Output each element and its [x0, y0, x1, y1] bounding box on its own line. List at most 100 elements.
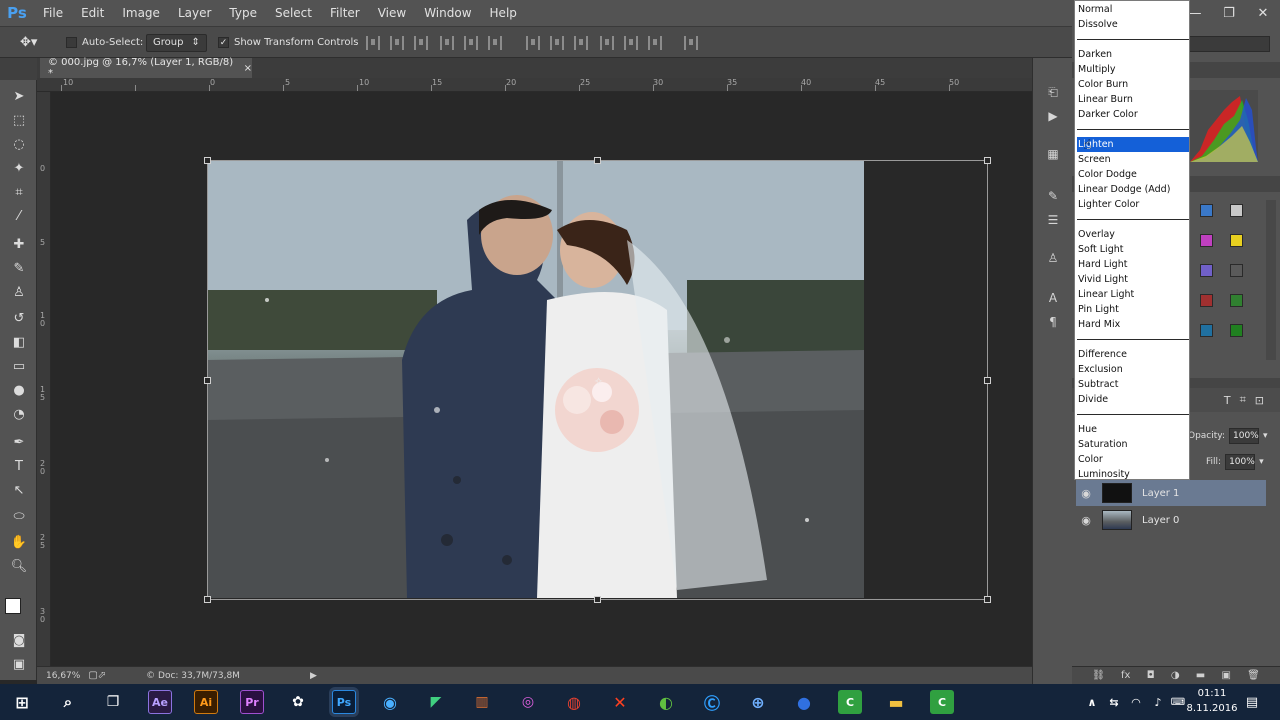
delete-layer-icon[interactable]: 🗑︎: [1247, 670, 1260, 681]
swatch[interactable]: [1230, 264, 1243, 277]
blend-mode-hue[interactable]: Hue: [1077, 422, 1189, 437]
pen-tool-icon[interactable]: ✒: [9, 432, 29, 452]
restore-button[interactable]: ❐: [1212, 0, 1246, 26]
menu-help[interactable]: Help: [481, 0, 526, 26]
illustrator-icon[interactable]: Ai: [194, 690, 218, 714]
fill-field[interactable]: 100%: [1225, 454, 1256, 470]
menu-select[interactable]: Select: [266, 0, 321, 26]
blend-mode-difference[interactable]: Difference: [1077, 347, 1189, 362]
brush-panel-icon[interactable]: ✎: [1045, 188, 1061, 204]
blend-mode-normal[interactable]: Normal: [1077, 2, 1189, 17]
fill-chevron-icon[interactable]: ▾: [1259, 457, 1264, 467]
opacity-chevron-icon[interactable]: ▾: [1263, 431, 1268, 441]
distribute-right-icon[interactable]: [648, 36, 662, 50]
app-icon[interactable]: ◎: [516, 690, 540, 714]
visibility-eye-icon[interactable]: ◉: [1076, 514, 1096, 527]
transform-handle-right[interactable]: [984, 377, 991, 384]
distribute-hcenter-icon[interactable]: [624, 36, 638, 50]
blend-mode-soft-light[interactable]: Soft Light: [1077, 242, 1189, 257]
character-panel-icon[interactable]: A: [1045, 290, 1061, 306]
swatch[interactable]: [1200, 234, 1213, 247]
move-tool-preset-icon[interactable]: ✥▾: [20, 27, 37, 58]
healing-brush-tool-icon[interactable]: ✚: [9, 234, 29, 254]
auto-select-option[interactable]: Auto-Select:: [66, 27, 143, 58]
blur-tool-icon[interactable]: ●: [9, 380, 29, 400]
screen-mode-icon[interactable]: ▣: [9, 654, 29, 674]
new-layer-icon[interactable]: ▣: [1221, 670, 1230, 681]
layer-row[interactable]: ◉ Layer 1: [1076, 480, 1266, 506]
eraser-tool-icon[interactable]: ◧: [9, 332, 29, 352]
wifi-icon[interactable]: ◠: [1124, 690, 1148, 714]
align-left-icon[interactable]: [440, 36, 454, 50]
quick-mask-icon[interactable]: ◙: [9, 630, 29, 650]
auto-align-icon[interactable]: [684, 36, 698, 50]
filter-smart-icon[interactable]: ⊡: [1255, 394, 1264, 407]
new-group-icon[interactable]: ▬: [1196, 670, 1205, 681]
filter-shape-icon[interactable]: ⌗: [1240, 393, 1246, 407]
transform-handle-top-left[interactable]: [204, 157, 211, 164]
clone-stamp-tool-icon[interactable]: ♙: [9, 282, 29, 302]
swatch[interactable]: [1230, 294, 1243, 307]
chrome-icon[interactable]: ◍: [562, 690, 586, 714]
distribute-bottom-icon[interactable]: [574, 36, 588, 50]
app-icon[interactable]: ▥: [470, 690, 494, 714]
adjustment-layer-icon[interactable]: ◑: [1171, 670, 1180, 681]
blend-mode-darken[interactable]: Darken: [1077, 47, 1189, 62]
blend-mode-luminosity[interactable]: Luminosity: [1077, 467, 1189, 482]
blend-mode-dissolve[interactable]: Dissolve: [1077, 17, 1189, 32]
foreground-color-swatch[interactable]: [5, 598, 21, 614]
layer-row[interactable]: ◉ Layer 0: [1076, 507, 1266, 533]
menu-edit[interactable]: Edit: [72, 0, 113, 26]
transform-handle-bottom-left[interactable]: [204, 596, 211, 603]
align-bottom-icon[interactable]: [414, 36, 428, 50]
transform-bounding-box[interactable]: ✧: [204, 157, 991, 603]
transform-handle-left[interactable]: [204, 377, 211, 384]
zoom-tool-icon[interactable]: 🔍︎: [9, 556, 29, 576]
blend-mode-color-burn[interactable]: Color Burn: [1077, 77, 1189, 92]
ellipse-tool-icon[interactable]: ⬭: [9, 506, 29, 526]
swatches-scrollbar[interactable]: [1266, 200, 1276, 360]
browser-icon[interactable]: ◉: [378, 690, 402, 714]
search-icon[interactable]: ⌕: [56, 690, 80, 714]
app-icon[interactable]: ⊕: [746, 690, 770, 714]
transform-handle-bottom[interactable]: [594, 596, 601, 603]
blend-mode-divide[interactable]: Divide: [1077, 392, 1189, 407]
blend-mode-linear-light[interactable]: Linear Light: [1077, 287, 1189, 302]
swatch[interactable]: [1200, 264, 1213, 277]
align-right-icon[interactable]: [488, 36, 502, 50]
lasso-tool-icon[interactable]: ◌: [9, 134, 29, 154]
paragraph-panel-icon[interactable]: ¶: [1045, 314, 1061, 330]
opacity-field[interactable]: 100%: [1229, 428, 1259, 444]
zoom-level[interactable]: 16,67%: [46, 671, 80, 681]
app-icon[interactable]: C: [838, 690, 862, 714]
tools-panel-header[interactable]: [0, 58, 37, 80]
windows-start-icon[interactable]: ⊞: [10, 690, 34, 714]
swatch[interactable]: [1230, 204, 1243, 217]
blend-mode-darker-color[interactable]: Darker Color: [1077, 107, 1189, 122]
blend-mode-subtract[interactable]: Subtract: [1077, 377, 1189, 392]
menu-view[interactable]: View: [369, 0, 415, 26]
menu-filter[interactable]: Filter: [321, 0, 369, 26]
add-mask-icon[interactable]: ◘: [1147, 670, 1155, 681]
history-panel-icon[interactable]: ⎗: [1045, 84, 1061, 100]
blend-mode-linear-dodge[interactable]: Linear Dodge (Add): [1077, 182, 1189, 197]
crop-tool-icon[interactable]: ⌗: [9, 182, 29, 202]
actions-panel-icon[interactable]: ▶: [1045, 108, 1061, 124]
app-icon[interactable]: C: [930, 690, 954, 714]
align-top-icon[interactable]: [366, 36, 380, 50]
blend-mode-linear-burn[interactable]: Linear Burn: [1077, 92, 1189, 107]
show-transform-checkbox[interactable]: ✓: [218, 37, 229, 48]
file-explorer-icon[interactable]: ▬: [884, 690, 908, 714]
blend-mode-exclusion[interactable]: Exclusion: [1077, 362, 1189, 377]
auto-select-checkbox[interactable]: [66, 37, 77, 48]
blend-mode-lighten[interactable]: Lighten: [1077, 137, 1189, 152]
app-icon[interactable]: ◤: [424, 690, 448, 714]
app-icon[interactable]: ✿: [286, 690, 310, 714]
blend-mode-pin-light[interactable]: Pin Light: [1077, 302, 1189, 317]
move-tool-icon[interactable]: ➤: [9, 86, 29, 106]
hand-tool-icon[interactable]: ✋: [9, 532, 29, 552]
network-icon[interactable]: ⇆: [1102, 690, 1126, 714]
tab-close-icon[interactable]: ×: [244, 63, 252, 74]
status-menu-arrow-icon[interactable]: ▶: [310, 671, 317, 681]
transform-handle-bottom-right[interactable]: [984, 596, 991, 603]
